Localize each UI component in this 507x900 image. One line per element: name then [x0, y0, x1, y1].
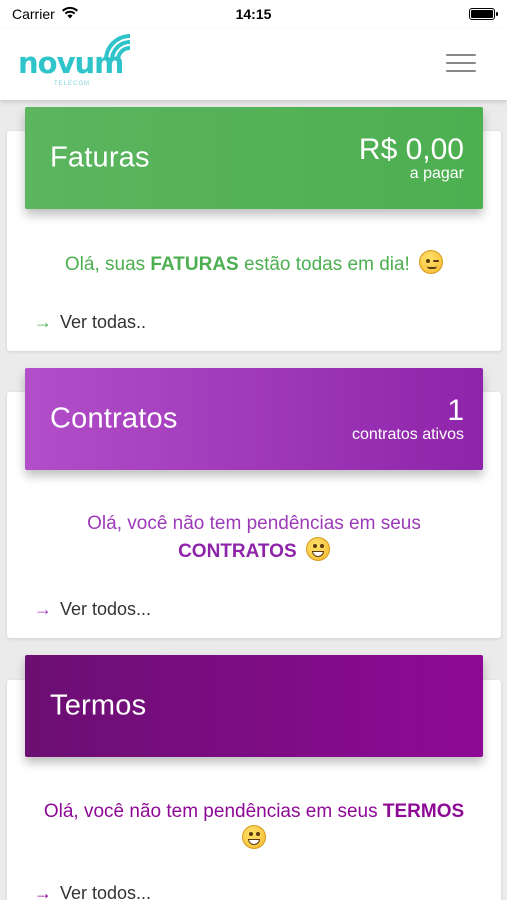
termos-header[interactable]: Termos — [25, 655, 483, 757]
logo-text: novum — [18, 46, 124, 80]
wifi-icon — [61, 6, 79, 22]
arrow-right-icon: → — [34, 599, 52, 619]
contratos-header[interactable]: Contratos 1 contratos ativos — [25, 368, 483, 470]
battery-icon — [469, 8, 498, 20]
grinning-face-icon — [305, 537, 330, 561]
arrow-right-icon: → — [34, 312, 52, 332]
status-time: 14:15 — [235, 6, 272, 22]
faturas-amount: R$ 0,00 — [358, 133, 464, 166]
faturas-header[interactable]: Faturas R$ 0,00 a pagar — [25, 107, 483, 209]
faturas-msg-text: Olá, suas — [64, 254, 151, 275]
faturas-title: Faturas — [50, 141, 150, 174]
termos-message: Olá, você não tem pendências em seus TER… — [7, 798, 501, 853]
termos-see-all-link[interactable]: → Ver todos... — [34, 883, 151, 900]
grinning-face-icon — [242, 825, 266, 849]
contratos-see-all-link[interactable]: → Ver todos... — [34, 599, 151, 620]
faturas-summary: R$ 0,00 a pagar — [359, 135, 464, 183]
termos-link-label: Ver todos... — [60, 883, 152, 900]
app-header: novum TELECOM — [0, 28, 507, 100]
termos-msg-text: Olá, você não tem pendências em seus — [43, 801, 383, 822]
winking-face-icon — [419, 250, 444, 274]
status-left: Carrier — [12, 6, 79, 22]
contratos-msg-text: Olá, você não tem pendências em seus — [87, 513, 421, 534]
termos-title: Termos — [50, 689, 147, 722]
contratos-title: Contratos — [50, 402, 178, 435]
novum-logo[interactable]: novum TELECOM — [18, 32, 136, 90]
faturas-msg-bold: FATURAS — [150, 254, 239, 275]
carrier-label: Carrier — [12, 6, 55, 22]
hamburger-menu-icon[interactable] — [445, 52, 477, 74]
contratos-count-label: contratos ativos — [351, 426, 464, 443]
contratos-link-label: Ver todos... — [60, 599, 152, 619]
contratos-msg-bold: CONTRATOS — [178, 541, 297, 562]
faturas-link-label: Ver todas.. — [60, 312, 147, 332]
faturas-message: Olá, suas FATURAS estão todas em dia! — [7, 250, 501, 278]
contratos-summary: 1 contratos ativos — [352, 396, 464, 444]
arrow-right-icon: → — [34, 883, 52, 900]
termos-msg-bold: TERMOS — [382, 801, 465, 822]
faturas-see-all-link[interactable]: → Ver todas.. — [34, 312, 146, 333]
contratos-count: 1 — [447, 394, 464, 427]
faturas-amount-label: a pagar — [409, 165, 464, 182]
status-bar: Carrier 14:15 — [0, 0, 507, 28]
contratos-message: Olá, você não tem pendências em seus CON… — [7, 510, 501, 565]
logo-subtext: TELECOM — [54, 81, 91, 87]
faturas-msg-text-end: estão todas em dia! — [238, 254, 410, 275]
